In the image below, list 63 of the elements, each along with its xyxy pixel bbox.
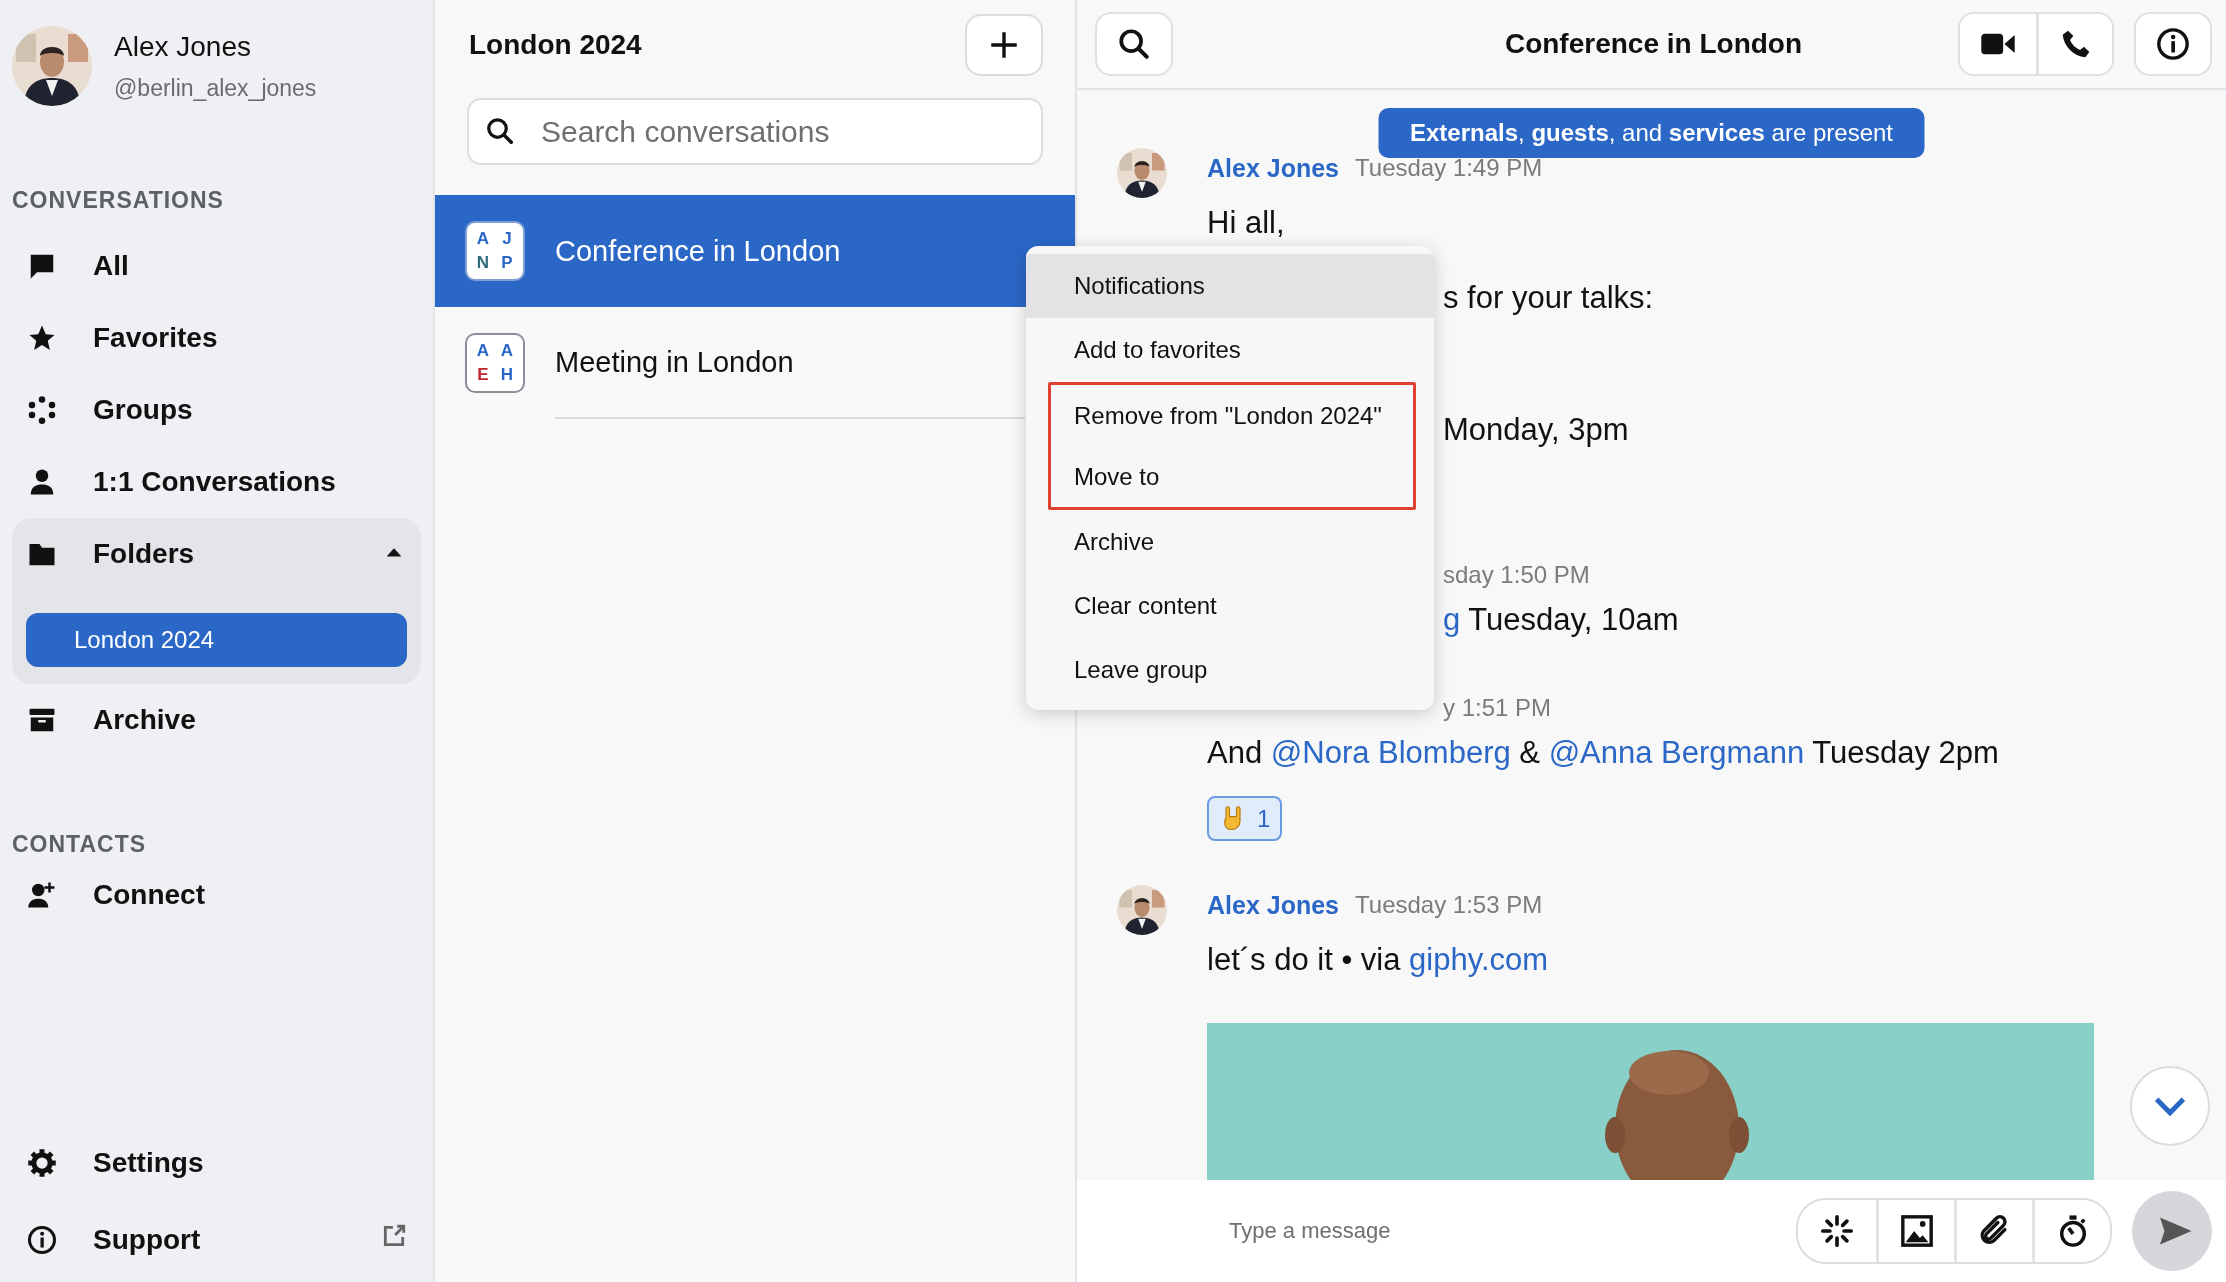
nav-item[interactable]: Settings bbox=[12, 1124, 421, 1201]
web-link[interactable]: giphy.com bbox=[1409, 942, 1549, 977]
image-icon bbox=[1899, 1214, 1934, 1248]
mention-link[interactable]: @Nora Blomberg bbox=[1270, 735, 1511, 770]
folder-title: London 2024 bbox=[469, 29, 642, 61]
message-time: y 1:51 PM bbox=[1443, 694, 1552, 722]
nav-item[interactable]: All bbox=[12, 230, 421, 302]
menu-item[interactable]: Notifications bbox=[1026, 254, 1434, 318]
avatar-initial: A bbox=[500, 341, 514, 361]
avatar-initial: A bbox=[476, 229, 490, 249]
person-add-icon bbox=[27, 880, 57, 910]
nav-item[interactable]: Support bbox=[12, 1201, 421, 1278]
message-text: And @Nora Blomberg & @Anna Bergmann Tuesday 2pm bbox=[1207, 734, 2000, 772]
info-icon bbox=[2156, 27, 2190, 61]
search-button[interactable] bbox=[1095, 12, 1173, 76]
search-icon bbox=[1117, 27, 1151, 61]
message-text: Monday, 3pm bbox=[1443, 411, 1630, 449]
gear-icon bbox=[27, 1147, 57, 1178]
mention-link[interactable]: g bbox=[1443, 602, 1461, 637]
groups-icon bbox=[27, 395, 57, 425]
info-button[interactable] bbox=[2134, 12, 2212, 76]
message-text: Hi all, bbox=[1207, 204, 1286, 242]
nav-item[interactable]: Folders bbox=[12, 518, 421, 590]
nav-item[interactable]: Favorites bbox=[12, 302, 421, 374]
user-name: Alex Jones bbox=[114, 30, 252, 63]
message-text: let´s do it • via giphy.com bbox=[1207, 941, 1550, 979]
guest-banner: Externals, guests, and services are present bbox=[1378, 108, 1925, 158]
timer-button[interactable] bbox=[2032, 1200, 2110, 1262]
message-text: s for your talks: bbox=[1443, 279, 1655, 317]
sparkle-icon bbox=[1820, 1214, 1854, 1248]
voice-call-button[interactable] bbox=[2036, 14, 2112, 74]
mention-link[interactable]: @Anna Bergmann bbox=[1548, 735, 1805, 770]
chat-title: Conference in London bbox=[1504, 28, 1803, 60]
author-name[interactable]: Alex Jones bbox=[1207, 890, 1339, 920]
message-time: sday 1:50 PM bbox=[1443, 561, 1590, 589]
reaction-button[interactable]: 1 bbox=[1207, 796, 1283, 841]
user-handle: @berlin_alex_jones bbox=[114, 74, 317, 102]
avatar-initial: N bbox=[476, 253, 490, 273]
section-heading: CONVERSATIONS bbox=[12, 186, 225, 215]
avatar-initial: H bbox=[500, 365, 514, 385]
avatar-initial: J bbox=[502, 229, 512, 249]
conversation-item[interactable]: A J N P Conference in London bbox=[435, 195, 1075, 307]
message-text: g Tuesday, 10am bbox=[1443, 601, 1680, 639]
menu-item[interactable]: Archive bbox=[1026, 510, 1434, 574]
search-icon bbox=[485, 116, 515, 146]
menu-item[interactable]: Clear content bbox=[1026, 574, 1434, 638]
avatar-initial: P bbox=[501, 253, 513, 273]
nav-item[interactable]: 1:1 Conversations bbox=[12, 446, 421, 518]
nav-item[interactable]: Archive bbox=[12, 684, 421, 756]
folder-item[interactable]: London 2024 bbox=[26, 613, 407, 667]
nav-item[interactable]: Connect bbox=[12, 859, 421, 931]
message-time: Tuesday 1:53 PM bbox=[1355, 891, 1543, 919]
info-icon bbox=[27, 1224, 57, 1255]
message-input[interactable]: Type a message bbox=[1227, 1217, 1796, 1245]
section-heading: CONTACTS bbox=[12, 830, 148, 859]
menu-item[interactable]: Move to bbox=[1051, 446, 1413, 507]
avatar-initial: A bbox=[476, 341, 490, 361]
nav-item[interactable]: Groups bbox=[12, 374, 421, 446]
avatar-initial: E bbox=[477, 365, 489, 385]
author-name[interactable]: Alex Jones bbox=[1207, 153, 1339, 183]
search-field[interactable]: Search conversations bbox=[467, 98, 1043, 165]
menu-item[interactable]: Leave group bbox=[1026, 638, 1434, 702]
new-conversation-button[interactable] bbox=[965, 14, 1043, 76]
